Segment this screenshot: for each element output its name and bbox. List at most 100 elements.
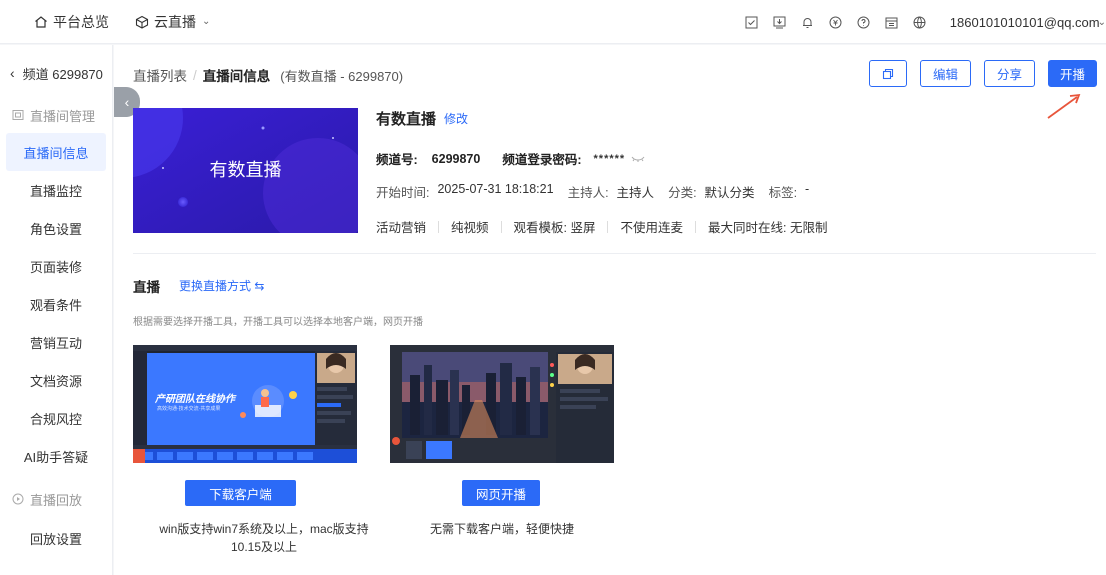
sidebar-group-replay[interactable]: 直播回放 — [0, 485, 112, 513]
breadcrumb-live-list[interactable]: 直播列表 — [133, 65, 187, 85]
live-section-title: 直播 — [133, 280, 160, 295]
nav-cloud-live[interactable]: 云直播 ⌄ — [135, 12, 210, 32]
web-start-live-button[interactable]: 网页开播 — [462, 480, 540, 506]
breadcrumb-extra: (有数直播 - 6299870) — [280, 68, 404, 84]
web-screenshot — [390, 345, 614, 463]
group-label: 直播间管理 — [30, 108, 96, 124]
sidebar-item-label: 页面装修 — [29, 259, 82, 275]
download-icon[interactable] — [772, 14, 788, 30]
sidebar-item-watch-conditions[interactable]: 观看条件 — [0, 285, 112, 323]
calendar-icon[interactable] — [884, 14, 900, 30]
sidebar-item-label: 直播间信息 — [23, 145, 89, 161]
sidebar-item-roles[interactable]: 角色设置 — [0, 209, 112, 247]
host-label: 主持人: — [567, 186, 609, 200]
room-info: 有数直播 修改 频道号: 6299870 频道登录密码: ****** 开始时间… — [376, 108, 827, 236]
copy-button[interactable] — [869, 60, 907, 87]
bell-icon[interactable] — [800, 14, 816, 30]
start-live-button[interactable]: 开播 — [1048, 60, 1097, 87]
sidebar-item-room-info[interactable]: 直播间信息 — [6, 133, 106, 171]
web-tool-card — [390, 345, 614, 463]
switch-live-mode-link[interactable]: 更换直播方式 ⇆ — [179, 277, 264, 294]
client-desc-line1: win版支持win7系统及以上，mac版支持 — [159, 522, 369, 536]
sidebar-item-ai-assistant[interactable]: AI助手答疑 — [0, 437, 112, 475]
sidebar-item-documents[interactable]: 文档资源 — [0, 361, 112, 399]
sidebar-item-label: 观看条件 — [29, 297, 82, 313]
help-icon[interactable] — [856, 14, 872, 30]
home-icon — [35, 15, 47, 28]
sidebar-item-label: 直播监控 — [29, 183, 82, 199]
feature-row: 活动营销 纯视频 观看模板: 竖屏 不使用连麦 最大同时在线: 无限制 — [376, 217, 827, 236]
sidebar-item-marketing[interactable]: 营销互动 — [0, 323, 112, 361]
breadcrumb-separator: / — [193, 67, 197, 83]
client-desc-line2: 10.15及以上 — [230, 540, 298, 554]
back-to-channel[interactable]: ‹ 频道 6299870 — [0, 45, 112, 101]
category-value: 默认分类 — [704, 186, 755, 200]
breadcrumb: 直播列表 / 直播间信息 (有数直播 - 6299870) — [133, 65, 403, 85]
section-divider — [133, 253, 1096, 254]
client-description: win版支持win7系统及以上，mac版支持 10.15及以上 — [133, 520, 395, 556]
sidebar-item-label: 角色设置 — [29, 221, 82, 237]
cover-title: 有数直播 — [209, 160, 282, 180]
main-content: ‹ 直播列表 / 直播间信息 (有数直播 - 6299870) 编辑 分享 开播 — [114, 45, 1106, 575]
sidebar-item-compliance[interactable]: 合规风控 — [0, 399, 112, 437]
feature-item: 观看模板: 竖屏 — [513, 221, 596, 235]
feature-item: 最大同时在线: 无限制 — [708, 221, 828, 235]
channel-number: 6299870 — [431, 151, 481, 166]
sidebar-item-label: 合规风控 — [29, 411, 82, 427]
chevron-down-icon[interactable]: ⌄ — [1098, 17, 1106, 28]
account-email[interactable]: 18601010101​01@qq.com — [950, 15, 1100, 30]
eye-closed-icon[interactable] — [631, 155, 645, 163]
sidebar-item-replay-settings[interactable]: 回放设置 — [0, 519, 112, 557]
feature-item: 纯视频 — [451, 221, 489, 235]
feature-item: 活动营销 — [376, 221, 427, 235]
annotation-arrow — [1047, 93, 1081, 119]
channel-label: 频道号: — [376, 153, 418, 167]
start-time-value: 2025-07-31 18:18:21 — [437, 182, 554, 196]
sidebar-item-decoration[interactable]: 页面装修 — [0, 247, 112, 285]
channel-row: 频道号: 6299870 频道登录密码: ****** — [376, 149, 827, 168]
sidebar-item-label: 营销互动 — [29, 335, 82, 351]
top-bar: 平台总览 云直播 ⌄ 18601010101​01@qq.com ⌄ — [0, 0, 1106, 44]
client-screenshot: 产研团队在线协作 高效沟通·技术交流·共享成果 — [133, 345, 357, 463]
room-title-row: 有数直播 修改 — [376, 108, 827, 129]
chevron-left-icon: ‹ — [10, 65, 15, 81]
host-value: 主持人 — [616, 186, 655, 200]
feature-divider — [607, 220, 609, 233]
web-desc-line1: 无需下载客户端，轻便快捷 — [429, 522, 574, 536]
sidebar-item-monitor[interactable]: 直播监控 — [0, 171, 112, 209]
replay-icon — [12, 493, 24, 505]
globe-icon[interactable] — [912, 14, 928, 30]
banner-title: 产研团队在线协作 — [155, 394, 235, 405]
action-buttons: 编辑 分享 开播 — [856, 60, 1097, 87]
nav-platform-overview[interactable]: 平台总览 — [34, 12, 109, 32]
feature-item: 不使用连麦 — [620, 221, 683, 235]
copy-icon — [882, 68, 894, 79]
cube-icon — [135, 15, 149, 29]
tag-value: - — [805, 182, 810, 196]
live-hint: 根据需要选择开播工具，开播工具可以选择本地客户端，网页开播 — [133, 317, 423, 328]
sidebar-item-label: AI助手答疑 — [23, 449, 89, 465]
coin-icon[interactable] — [828, 14, 844, 30]
cover-image: 有数直播 — [133, 108, 358, 233]
channel-label: 频道 6299870 — [22, 66, 103, 82]
start-time-label: 开始时间: — [376, 186, 430, 200]
sidebar: ‹ 频道 6299870 直播间管理 直播间信息 直播监控 角色设置 页面装修 … — [0, 45, 113, 575]
edit-button[interactable]: 编辑 — [920, 60, 971, 87]
category-label: 分类: — [668, 186, 697, 200]
chevron-down-icon: ⌄ — [202, 16, 211, 27]
sidebar-item-label: 文档资源 — [29, 373, 82, 389]
client-tool-card: 产研团队在线协作 高效沟通·技术交流·共享成果 — [133, 345, 357, 463]
share-button[interactable]: 分享 — [984, 60, 1035, 87]
download-client-button[interactable]: 下载客户端 — [185, 480, 296, 506]
room-icon — [12, 110, 24, 120]
top-tools: 18601010101​01@qq.com ⌄ — [744, 0, 1106, 44]
banner-subtitle: 高效沟通·技术交流·共享成果 — [157, 406, 221, 412]
modify-link[interactable]: 修改 — [444, 110, 468, 127]
chevron-left-icon: ‹ — [124, 94, 130, 110]
group-label: 直播回放 — [30, 492, 83, 508]
nav-label: 云直播 — [154, 13, 196, 30]
checklist-icon[interactable] — [744, 14, 760, 30]
feature-divider — [695, 220, 696, 233]
sidebar-group-room-manage[interactable]: 直播间管理 — [0, 101, 112, 129]
web-description: 无需下载客户端，轻便快捷 — [390, 520, 614, 538]
